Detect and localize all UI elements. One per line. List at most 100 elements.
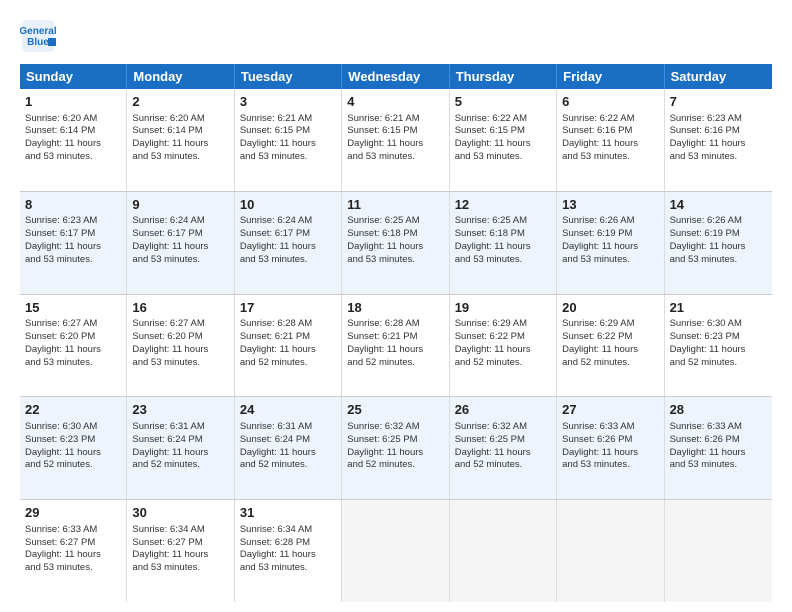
day-number: 19 <box>455 299 551 317</box>
daylight-minutes: and 53 minutes. <box>347 151 415 162</box>
day-cell-13: 13 Sunrise: 6:26 AM Sunset: 6:19 PM Dayl… <box>557 192 664 294</box>
sunset: Sunset: 6:17 PM <box>240 228 310 239</box>
day-number: 31 <box>240 504 336 522</box>
day-number: 27 <box>562 401 658 419</box>
sunrise: Sunrise: 6:27 AM <box>25 318 97 329</box>
daylight-minutes: and 53 minutes. <box>132 357 200 368</box>
sunset: Sunset: 6:26 PM <box>562 434 632 445</box>
day-cell-3: 3 Sunrise: 6:21 AM Sunset: 6:15 PM Dayli… <box>235 89 342 191</box>
daylight-minutes: and 52 minutes. <box>25 459 93 470</box>
day-number: 29 <box>25 504 121 522</box>
sunrise: Sunrise: 6:34 AM <box>240 524 312 535</box>
sunset: Sunset: 6:27 PM <box>132 537 202 548</box>
sunset: Sunset: 6:20 PM <box>132 331 202 342</box>
sunrise: Sunrise: 6:20 AM <box>132 113 204 124</box>
day-cell-14: 14 Sunrise: 6:26 AM Sunset: 6:19 PM Dayl… <box>665 192 772 294</box>
sunrise: Sunrise: 6:22 AM <box>455 113 527 124</box>
day-cell-26: 26 Sunrise: 6:32 AM Sunset: 6:25 PM Dayl… <box>450 397 557 499</box>
sunset: Sunset: 6:14 PM <box>25 125 95 136</box>
sunrise: Sunrise: 6:29 AM <box>455 318 527 329</box>
day-cell-12: 12 Sunrise: 6:25 AM Sunset: 6:18 PM Dayl… <box>450 192 557 294</box>
sunrise: Sunrise: 6:24 AM <box>240 215 312 226</box>
daylight-label: Daylight: 11 hours <box>25 344 101 355</box>
sunrise: Sunrise: 6:31 AM <box>132 421 204 432</box>
sunset: Sunset: 6:17 PM <box>132 228 202 239</box>
weekday-header-saturday: Saturday <box>665 64 772 89</box>
sunset: Sunset: 6:22 PM <box>455 331 525 342</box>
sunset: Sunset: 6:27 PM <box>25 537 95 548</box>
day-number: 4 <box>347 93 443 111</box>
sunrise: Sunrise: 6:22 AM <box>562 113 634 124</box>
daylight-label: Daylight: 11 hours <box>562 447 638 458</box>
sunset: Sunset: 6:16 PM <box>562 125 632 136</box>
daylight-minutes: and 53 minutes. <box>562 459 630 470</box>
daylight-label: Daylight: 11 hours <box>347 344 423 355</box>
sunrise: Sunrise: 6:27 AM <box>132 318 204 329</box>
day-number: 1 <box>25 93 121 111</box>
daylight-label: Daylight: 11 hours <box>132 344 208 355</box>
daylight-label: Daylight: 11 hours <box>670 138 746 149</box>
daylight-minutes: and 53 minutes. <box>670 459 738 470</box>
daylight-label: Daylight: 11 hours <box>562 138 638 149</box>
sunrise: Sunrise: 6:29 AM <box>562 318 634 329</box>
sunset: Sunset: 6:18 PM <box>455 228 525 239</box>
daylight-label: Daylight: 11 hours <box>670 447 746 458</box>
day-number: 8 <box>25 196 121 214</box>
sunset: Sunset: 6:19 PM <box>670 228 740 239</box>
day-cell-29: 29 Sunrise: 6:33 AM Sunset: 6:27 PM Dayl… <box>20 500 127 602</box>
daylight-minutes: and 53 minutes. <box>562 254 630 265</box>
logo: General Blue <box>20 18 60 54</box>
sunrise: Sunrise: 6:30 AM <box>25 421 97 432</box>
daylight-minutes: and 52 minutes. <box>562 357 630 368</box>
sunrise: Sunrise: 6:20 AM <box>25 113 97 124</box>
sunset: Sunset: 6:28 PM <box>240 537 310 548</box>
sunset: Sunset: 6:21 PM <box>240 331 310 342</box>
day-cell-8: 8 Sunrise: 6:23 AM Sunset: 6:17 PM Dayli… <box>20 192 127 294</box>
daylight-minutes: and 53 minutes. <box>132 254 200 265</box>
day-number: 24 <box>240 401 336 419</box>
sunrise: Sunrise: 6:28 AM <box>240 318 312 329</box>
day-cell-9: 9 Sunrise: 6:24 AM Sunset: 6:17 PM Dayli… <box>127 192 234 294</box>
day-cell-23: 23 Sunrise: 6:31 AM Sunset: 6:24 PM Dayl… <box>127 397 234 499</box>
day-cell-18: 18 Sunrise: 6:28 AM Sunset: 6:21 PM Dayl… <box>342 295 449 397</box>
weekday-header-thursday: Thursday <box>450 64 557 89</box>
daylight-minutes: and 53 minutes. <box>562 151 630 162</box>
sunrise: Sunrise: 6:32 AM <box>347 421 419 432</box>
day-number: 30 <box>132 504 228 522</box>
daylight-label: Daylight: 11 hours <box>132 549 208 560</box>
day-number: 25 <box>347 401 443 419</box>
daylight-label: Daylight: 11 hours <box>132 241 208 252</box>
sunrise: Sunrise: 6:25 AM <box>347 215 419 226</box>
sunset: Sunset: 6:23 PM <box>670 331 740 342</box>
sunset: Sunset: 6:20 PM <box>25 331 95 342</box>
day-number: 26 <box>455 401 551 419</box>
daylight-minutes: and 53 minutes. <box>347 254 415 265</box>
day-number: 6 <box>562 93 658 111</box>
sunrise: Sunrise: 6:25 AM <box>455 215 527 226</box>
daylight-minutes: and 52 minutes. <box>132 459 200 470</box>
sunrise: Sunrise: 6:26 AM <box>562 215 634 226</box>
day-cell-22: 22 Sunrise: 6:30 AM Sunset: 6:23 PM Dayl… <box>20 397 127 499</box>
day-number: 9 <box>132 196 228 214</box>
sunset: Sunset: 6:22 PM <box>562 331 632 342</box>
daylight-minutes: and 53 minutes. <box>670 151 738 162</box>
day-cell-11: 11 Sunrise: 6:25 AM Sunset: 6:18 PM Dayl… <box>342 192 449 294</box>
calendar-week-2: 8 Sunrise: 6:23 AM Sunset: 6:17 PM Dayli… <box>20 192 772 295</box>
day-cell-1: 1 Sunrise: 6:20 AM Sunset: 6:14 PM Dayli… <box>20 89 127 191</box>
sunset: Sunset: 6:24 PM <box>132 434 202 445</box>
sunset: Sunset: 6:15 PM <box>455 125 525 136</box>
weekday-header-monday: Monday <box>127 64 234 89</box>
sunrise: Sunrise: 6:28 AM <box>347 318 419 329</box>
sunrise: Sunrise: 6:30 AM <box>670 318 742 329</box>
calendar-week-5: 29 Sunrise: 6:33 AM Sunset: 6:27 PM Dayl… <box>20 500 772 602</box>
weekday-header-sunday: Sunday <box>20 64 127 89</box>
daylight-label: Daylight: 11 hours <box>670 241 746 252</box>
daylight-label: Daylight: 11 hours <box>455 344 531 355</box>
calendar: SundayMondayTuesdayWednesdayThursdayFrid… <box>20 64 772 602</box>
empty-cell <box>665 500 772 602</box>
sunset: Sunset: 6:14 PM <box>132 125 202 136</box>
day-number: 7 <box>670 93 767 111</box>
sunrise: Sunrise: 6:21 AM <box>240 113 312 124</box>
day-number: 12 <box>455 196 551 214</box>
day-cell-28: 28 Sunrise: 6:33 AM Sunset: 6:26 PM Dayl… <box>665 397 772 499</box>
